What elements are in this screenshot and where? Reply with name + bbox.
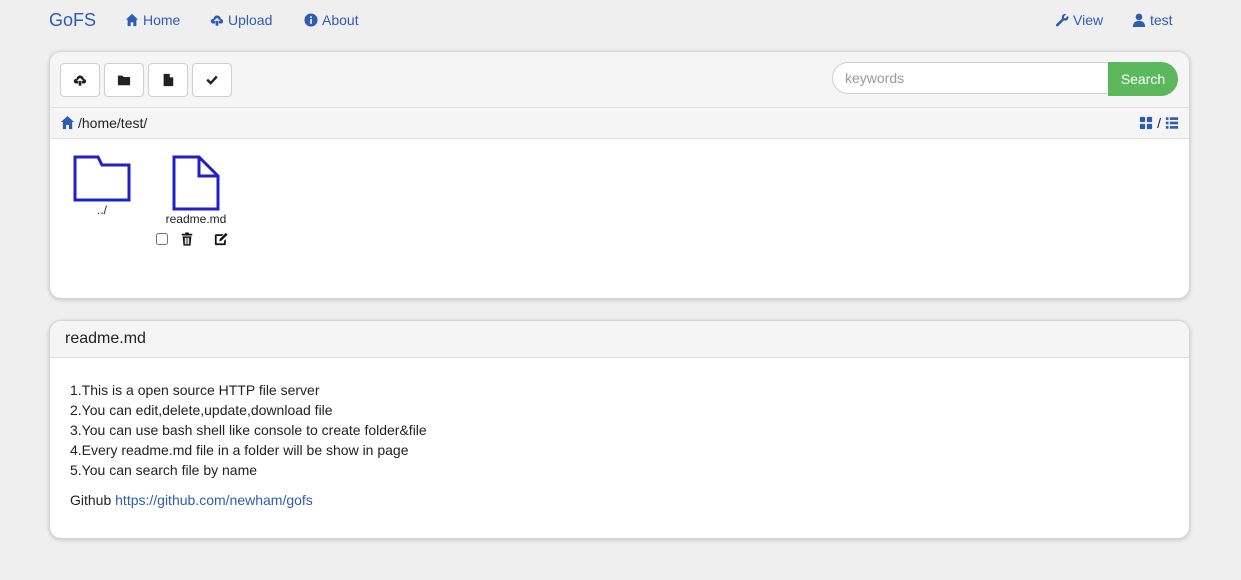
nav-home[interactable]: Home — [125, 12, 180, 28]
readme-line: 4.Every readme.md file in a folder will … — [70, 442, 409, 458]
breadcrumb: /home/test/ / — [50, 108, 1189, 139]
new-folder-button[interactable] — [104, 63, 144, 97]
home-icon — [125, 13, 139, 27]
upload-cloud-icon — [210, 15, 224, 26]
file-grid: ../ readme.md — [50, 139, 1189, 297]
check-icon — [206, 75, 218, 85]
view-separator: / — [1157, 115, 1161, 131]
grid-view-icon[interactable] — [1139, 116, 1153, 130]
file-name: readme.md — [165, 212, 227, 226]
readme-line: 2.You can edit,delete,update,download fi… — [70, 402, 333, 418]
nav-view-label: View — [1073, 12, 1104, 28]
file-item-parent[interactable]: ../ — [62, 155, 142, 217]
search-input[interactable] — [832, 62, 1107, 94]
file-icon — [163, 73, 174, 87]
readme-content: 1.This is a open source HTTP file server… — [50, 358, 1189, 510]
trash-icon[interactable] — [180, 232, 194, 246]
nav-view[interactable]: View — [1055, 12, 1103, 28]
github-link[interactable]: https://github.com/newham/gofs — [115, 492, 313, 508]
user-icon — [1132, 13, 1146, 27]
upload-cloud-icon — [73, 75, 87, 86]
nav-upload-label: Upload — [228, 12, 273, 28]
nav-about-label: About — [322, 12, 359, 28]
readme-title: readme.md — [50, 321, 1189, 358]
navbar: GoFS Home Upload About View test — [0, 0, 1241, 44]
file-name: ../ — [96, 203, 107, 217]
toolbar: Search — [50, 52, 1189, 108]
nav-user[interactable]: test — [1132, 12, 1173, 28]
search-button[interactable]: Search — [1108, 62, 1178, 96]
file-browser-panel: Search /home/test/ / ../ readme.md — [49, 51, 1190, 299]
view-toggle: / — [1139, 115, 1179, 131]
file-actions — [156, 232, 236, 246]
upload-button[interactable] — [60, 63, 100, 97]
readme-panel: readme.md 1.This is a open source HTTP f… — [49, 320, 1190, 539]
readme-line: 5.You can search file by name — [70, 462, 258, 478]
folder-icon — [117, 75, 131, 86]
folder-icon — [73, 155, 131, 202]
edit-icon[interactable] — [214, 232, 228, 246]
readme-github: Github https://github.com/newham/gofs — [70, 490, 1169, 510]
nav-home-label: Home — [143, 12, 181, 28]
file-select-checkbox[interactable] — [156, 233, 168, 245]
nav-about[interactable]: About — [304, 12, 359, 28]
readme-line: 3.You can use bash shell like console to… — [70, 422, 427, 438]
nav-upload[interactable]: Upload — [210, 12, 272, 28]
home-icon[interactable] — [60, 115, 75, 130]
list-view-icon[interactable] — [1165, 116, 1179, 130]
current-path: /home/test/ — [78, 115, 148, 131]
select-all-button[interactable] — [192, 63, 232, 97]
wrench-icon — [1055, 13, 1069, 27]
file-icon — [172, 155, 220, 211]
github-label: Github — [70, 492, 112, 508]
readme-line: 1.This is a open source HTTP file server — [70, 382, 320, 398]
nav-user-label: test — [1150, 12, 1173, 28]
brand-link[interactable]: GoFS — [49, 10, 96, 31]
info-icon — [304, 13, 318, 27]
file-item-readme[interactable]: readme.md — [156, 155, 236, 246]
new-file-button[interactable] — [148, 63, 188, 97]
